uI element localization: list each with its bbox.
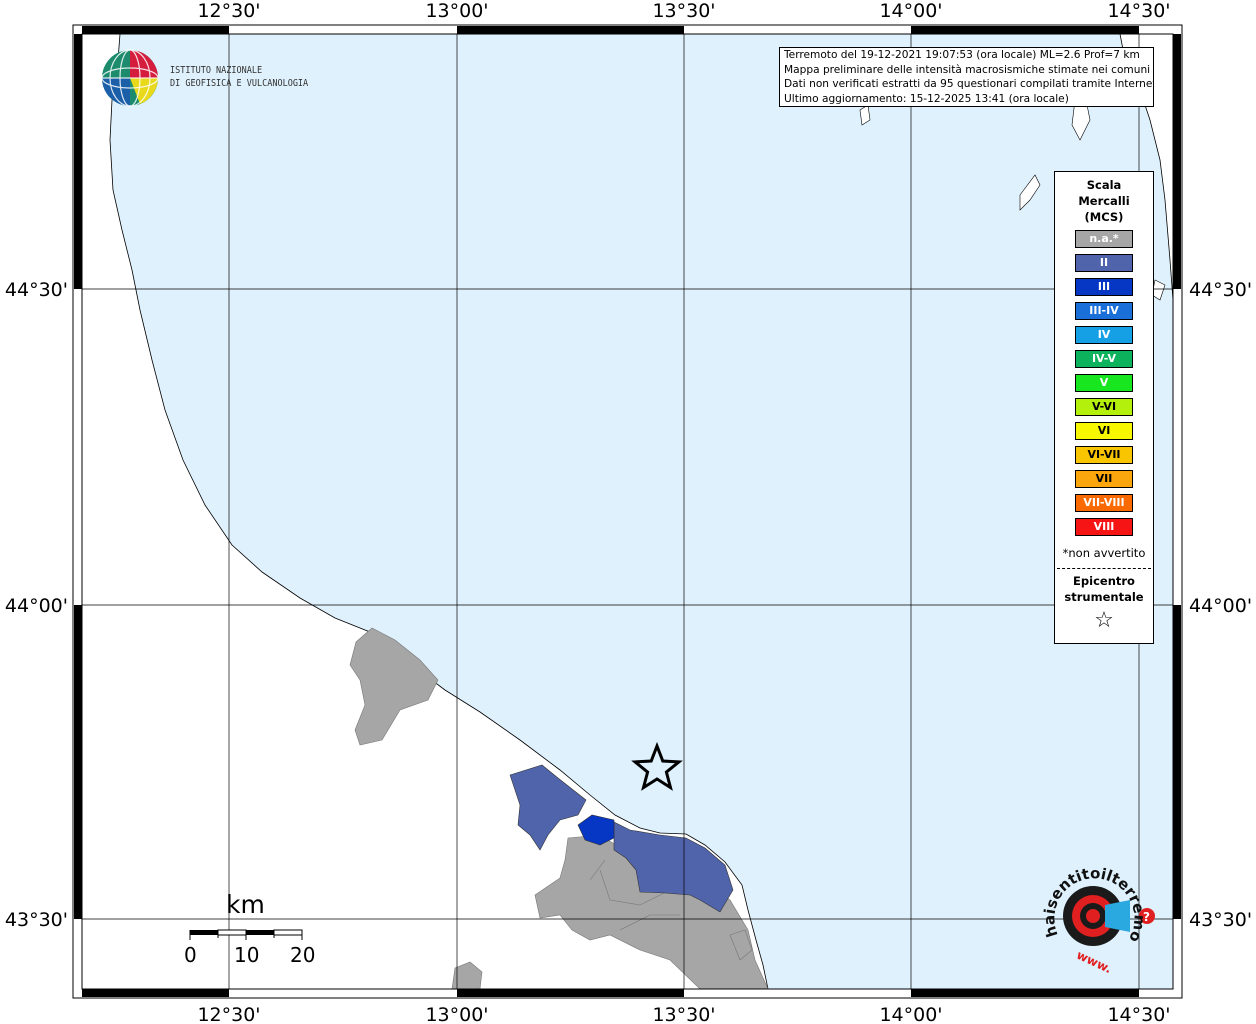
lat-label-left-0: 44°30': [5, 279, 68, 301]
lat-label-left-2: 43°30': [5, 909, 68, 931]
legend-epicentre-1: Epicentro: [1073, 574, 1135, 588]
legend-item-4: IV: [1075, 326, 1133, 344]
scale-label-10: 10: [234, 943, 260, 967]
event-info-line-2: Mappa preliminare delle intensità macros…: [784, 63, 1151, 76]
lon-label-top-4: 14°30': [1107, 0, 1170, 22]
lon-label-bottom-3: 14°00': [879, 1004, 942, 1024]
legend-star-icon: ☆: [1094, 608, 1114, 633]
ingv-logo-icon: [101, 49, 159, 107]
legend-title-3: (MCS): [1084, 210, 1124, 224]
institute-line-2: DI GEOFISICA E VULCANOLOGIA: [170, 78, 309, 89]
legend-item-0: n.a.*: [1075, 230, 1133, 248]
legend-item-6: V: [1075, 374, 1133, 392]
legend-item-2: III: [1075, 278, 1133, 296]
legend-note: *non avvertito: [1062, 546, 1146, 560]
legend-item-9: VI-VII: [1075, 446, 1133, 464]
legend-item-7: V-VI: [1075, 398, 1133, 416]
legend-item-10: VII: [1075, 470, 1133, 488]
lat-label-left-1: 44°00': [5, 595, 68, 617]
intensity-legend: Scala Mercalli (MCS) n.a.* II III III-IV IV I…: [1054, 171, 1154, 644]
scale-bar: km 0 10 20: [178, 890, 318, 970]
legend-title: Scala Mercalli (MCS): [1055, 177, 1153, 225]
legend-title-2: Mercalli: [1078, 194, 1130, 208]
event-info-line-1: Terremoto del 19-12-2021 19:07:53 (ora l…: [784, 49, 1140, 61]
legend-item-11: VII-VIII: [1075, 494, 1133, 512]
scale-label-0: 0: [184, 943, 197, 967]
legend-items: n.a.* II III III-IV IV IV-V V V-VI VI VI-VII VII VI…: [1075, 230, 1133, 542]
lon-label-bottom-1: 13°00': [425, 1004, 488, 1024]
lon-label-top-2: 13°30': [652, 0, 715, 22]
lon-label-bottom-4: 14°30': [1107, 1004, 1170, 1024]
scale-label-20: 20: [290, 943, 316, 967]
lon-label-top-0: 12°30': [197, 0, 260, 22]
lon-label-bottom-2: 13°30': [652, 1004, 715, 1024]
legend-item-12: VIII: [1075, 518, 1133, 536]
event-info-line-3: Dati non verificati estratti da 95 quest…: [784, 78, 1154, 91]
institute-line-1: ISTITUTO NAZIONALE: [170, 65, 263, 76]
legend-item-8: VI: [1075, 422, 1133, 440]
lat-label-right-2: 43°30': [1189, 909, 1252, 931]
institute-name: ISTITUTO NAZIONALE DI GEOFISICA E VULCAN…: [170, 64, 308, 90]
legend-item-5: IV-V: [1075, 350, 1133, 368]
legend-title-1: Scala: [1086, 178, 1122, 192]
event-info-box: Terremoto del 19-12-2021 19:07:53 (ora l…: [779, 47, 1154, 107]
legend-epicentre-2: strumentale: [1064, 590, 1144, 604]
lon-label-bottom-0: 12°30': [197, 1004, 260, 1024]
legend-item-1: II: [1075, 254, 1133, 272]
lon-label-top-1: 13°00': [425, 0, 488, 22]
lon-label-top-3: 14°00': [879, 0, 942, 22]
legend-separator: [1057, 568, 1151, 569]
legend-item-3: III-IV: [1075, 302, 1133, 320]
lat-label-right-0: 44°30': [1189, 279, 1252, 301]
legend-epicentre-label: Epicentro strumentale: [1055, 573, 1153, 605]
event-info-line-4: Ultimo aggiornamento: 15-12-2025 13:41 (…: [784, 92, 1069, 105]
scale-unit: km: [226, 890, 265, 919]
lat-label-right-1: 44°00': [1189, 595, 1252, 617]
